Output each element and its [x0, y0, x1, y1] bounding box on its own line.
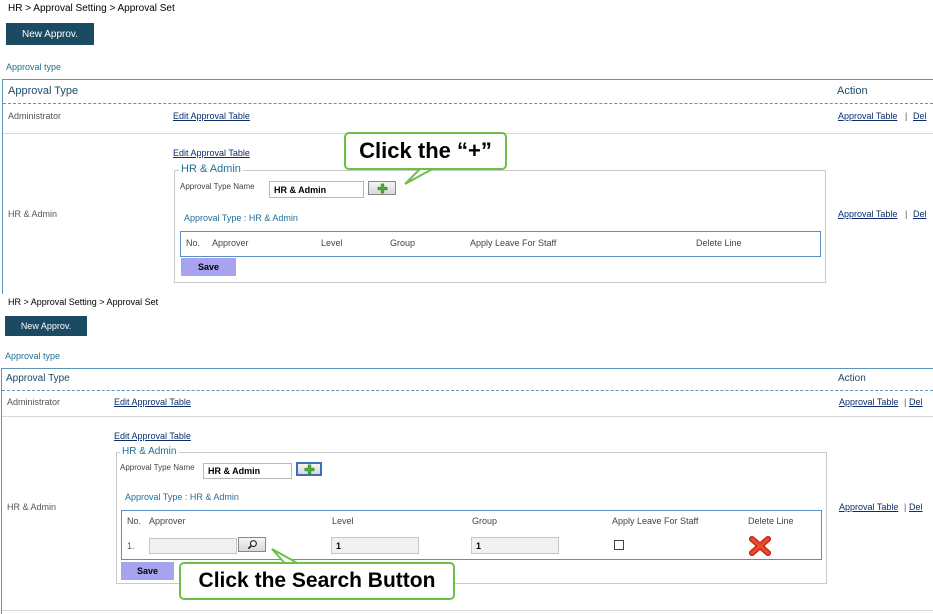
add-line-button[interactable]	[296, 462, 322, 476]
header-action: Action	[837, 85, 868, 97]
new-approval-button[interactable]: New Approv.	[5, 316, 87, 336]
approval-type-name-label: Approval Type Name	[120, 463, 195, 472]
line-number: 1.	[127, 541, 135, 551]
delete-link[interactable]: Del	[913, 111, 927, 121]
delete-line-button[interactable]	[749, 536, 771, 556]
breadcrumb: HR > Approval Setting > Approval Set	[8, 3, 175, 14]
red-x-icon	[749, 536, 771, 556]
breadcrumb: HR > Approval Setting > Approval Set	[8, 297, 159, 307]
approval-table-link[interactable]: Approval Table	[838, 209, 897, 219]
col-group: Group	[390, 238, 416, 248]
approval-type-name-input[interactable]: HR & Admin	[203, 463, 292, 479]
delete-link[interactable]: Del	[913, 209, 927, 219]
col-approver: Approver	[212, 238, 249, 248]
instruction-callout: Click the “+”	[344, 132, 507, 170]
approval-type-section-label: Approval type	[5, 351, 61, 361]
instruction-callout: Click the Search Button	[179, 562, 455, 600]
col-level: Level	[332, 516, 354, 526]
header-action: Action	[838, 373, 866, 384]
editor-legend: HR & Admin	[179, 163, 243, 175]
table-bottom-line	[2, 610, 933, 611]
add-line-button[interactable]	[368, 181, 396, 195]
save-button[interactable]: Save	[181, 258, 236, 276]
green-plus-icon	[304, 464, 314, 474]
screenshot-panel-search: HR > Approval Setting > Approval Set New…	[0, 294, 933, 614]
col-apply-leave: Apply Leave For Staff	[470, 238, 557, 248]
row-name-hr-admin: HR & Admin	[7, 502, 57, 512]
col-no: No.	[127, 516, 142, 526]
approval-type-name-input[interactable]: HR & Admin	[269, 181, 364, 198]
row-name-hr-admin: HR & Admin	[8, 209, 58, 219]
approver-input[interactable]	[149, 538, 237, 554]
col-level: Level	[321, 238, 343, 248]
header-approval-type: Approval Type	[8, 85, 79, 97]
approval-type-section-label: Approval type	[6, 62, 62, 72]
edit-approval-table-link[interactable]: Edit Approval Table	[114, 397, 191, 407]
header-divider	[3, 103, 933, 104]
new-approval-button[interactable]: New Approv.	[6, 23, 94, 45]
col-group: Group	[472, 516, 498, 526]
approval-table-link[interactable]: Approval Table	[838, 111, 897, 121]
level-input[interactable]: 1	[331, 537, 419, 554]
approval-table-link[interactable]: Approval Table	[839, 502, 898, 512]
green-plus-icon	[377, 183, 387, 193]
col-approver: Approver	[149, 516, 186, 526]
row-name-administrator: Administrator	[8, 111, 62, 121]
edit-approval-table-link[interactable]: Edit Approval Table	[173, 148, 250, 158]
editor-subtitle: Approval Type : HR & Admin	[184, 213, 298, 223]
approval-table-link[interactable]: Approval Table	[839, 397, 898, 407]
save-button[interactable]: Save	[121, 562, 174, 580]
col-no: No.	[186, 238, 201, 248]
row-name-administrator: Administrator	[7, 397, 61, 407]
delete-link[interactable]: Del	[909, 502, 923, 512]
screenshot-panel-add: HR > Approval Setting > Approval Set New…	[0, 0, 933, 296]
apply-leave-checkbox[interactable]	[614, 540, 624, 550]
group-input[interactable]: 1	[471, 537, 559, 554]
action-separator: |	[905, 111, 908, 121]
editor-legend: HR & Admin	[120, 446, 179, 457]
edit-approval-table-link[interactable]: Edit Approval Table	[173, 111, 250, 121]
delete-link[interactable]: Del	[909, 397, 923, 407]
action-separator: |	[904, 397, 907, 407]
col-apply-leave: Apply Leave For Staff	[612, 516, 699, 526]
action-separator: |	[905, 209, 908, 219]
approver-search-button[interactable]	[238, 537, 266, 552]
editor-subtitle: Approval Type : HR & Admin	[125, 492, 239, 502]
approval-type-name-label: Approval Type Name	[180, 182, 255, 191]
header-divider	[2, 390, 933, 391]
action-separator: |	[904, 502, 907, 512]
magnifier-icon	[247, 540, 257, 550]
col-delete-line: Delete Line	[696, 238, 742, 248]
row-divider	[2, 416, 933, 417]
col-delete-line: Delete Line	[748, 516, 794, 526]
edit-approval-table-link[interactable]: Edit Approval Table	[114, 431, 191, 441]
header-approval-type: Approval Type	[6, 373, 70, 384]
